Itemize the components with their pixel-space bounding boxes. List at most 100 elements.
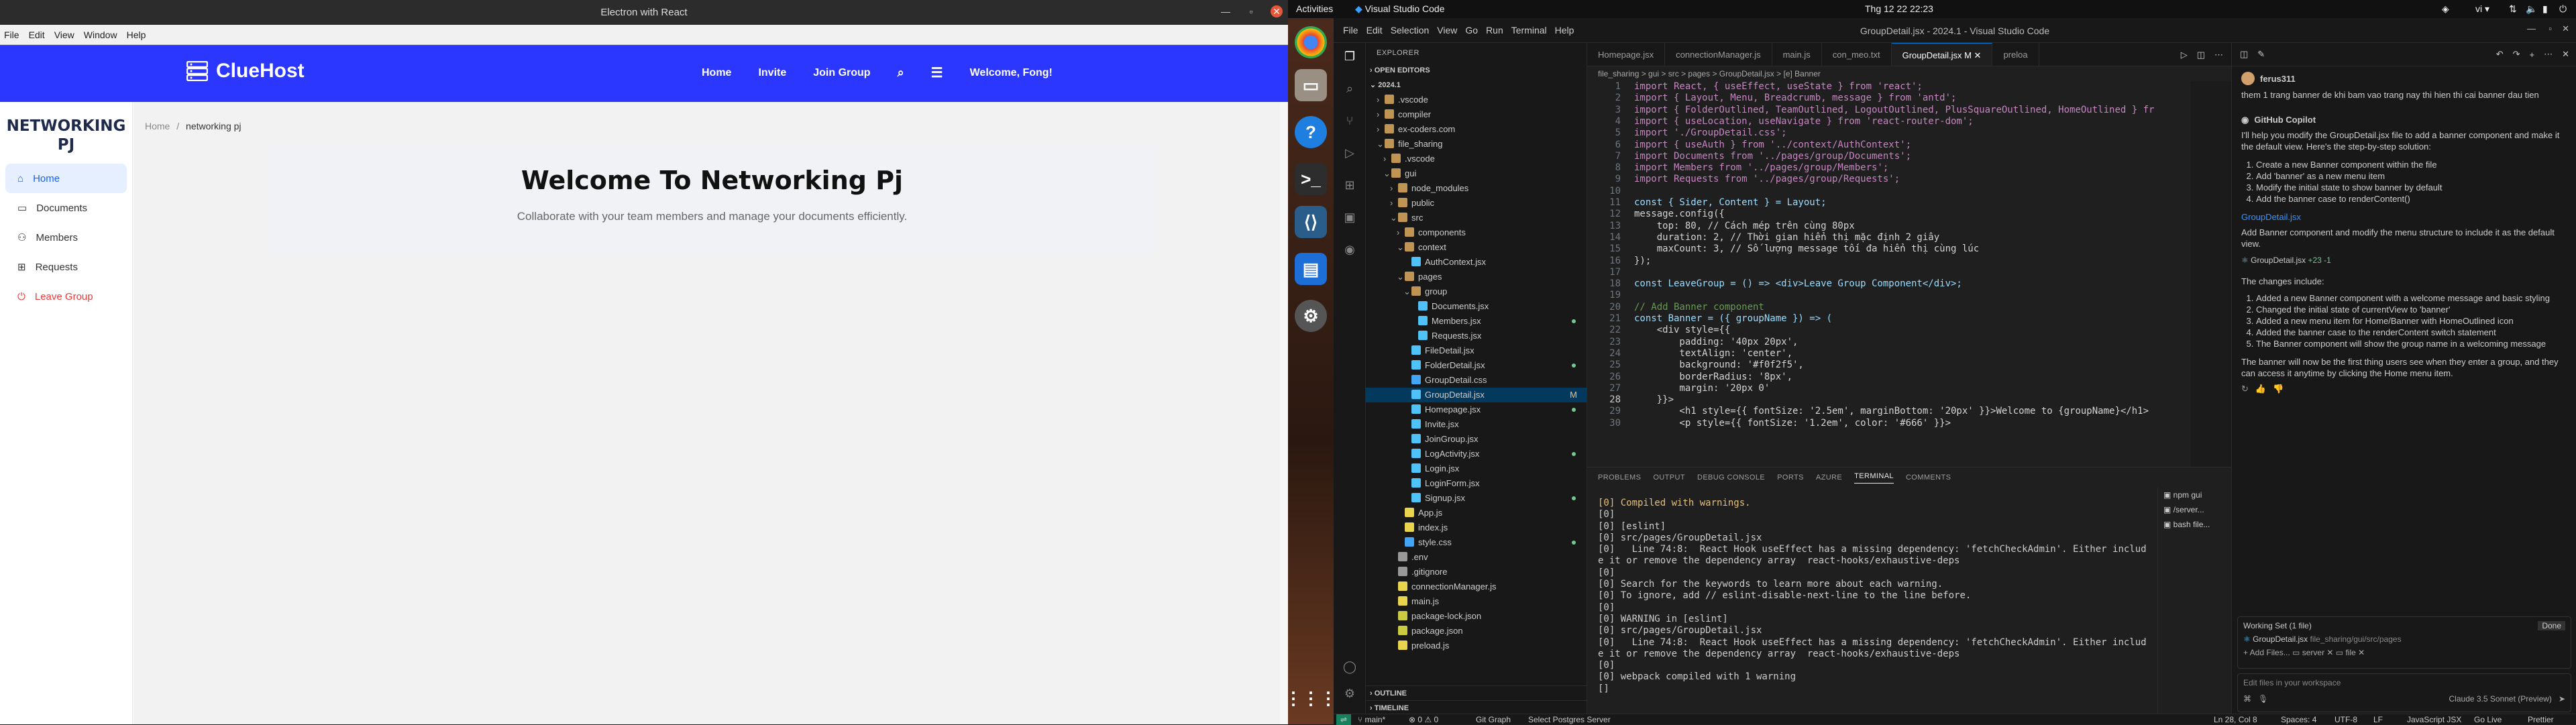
tree-folder[interactable]: ⌄ group xyxy=(1366,284,1587,299)
menu-help[interactable]: Help xyxy=(1555,25,1574,36)
code-line[interactable]: import React, { useEffect, useState } fr… xyxy=(1634,81,1923,93)
code-line[interactable]: import './GroupDetail.css'; xyxy=(1634,127,1787,139)
file-chip[interactable]: ▭ file ✕ xyxy=(2336,648,2365,657)
tree-file[interactable]: index.js xyxy=(1366,520,1587,535)
tree-file[interactable]: LogActivity.jsx xyxy=(1366,447,1587,461)
clock[interactable]: Thg 12 22 22:23 xyxy=(1865,3,1933,14)
maximize-icon[interactable]: ▫ xyxy=(1245,6,1257,17)
run-icon[interactable]: ▷ xyxy=(2181,43,2188,66)
tree-file[interactable]: LoginForm.jsx xyxy=(1366,476,1587,491)
indentation[interactable]: Spaces: 4 xyxy=(2281,714,2316,725)
tree-folder[interactable]: › ex-coders.com xyxy=(1366,122,1587,137)
account-icon[interactable]: ◯ xyxy=(1342,660,1358,676)
code-line[interactable]: import Requests from '../pages/group/Req… xyxy=(1634,174,1900,185)
menu-window[interactable]: Window xyxy=(84,30,117,40)
tree-folder[interactable]: ⌄ gui xyxy=(1366,166,1587,181)
code-line[interactable]: }}> xyxy=(1634,394,1674,406)
code-line[interactable]: message.config({ xyxy=(1634,209,1725,220)
tree-folder[interactable]: › .vscode xyxy=(1366,93,1587,107)
tree-file[interactable]: Invite.jsx xyxy=(1366,417,1587,432)
code-line[interactable]: import { useLocation, useNavigate } from… xyxy=(1634,116,1974,127)
terminal-item[interactable]: ▣ /server... xyxy=(2158,502,2231,517)
tree-file[interactable]: Homepage.jsx xyxy=(1366,402,1587,417)
settings-icon[interactable]: ⚙ xyxy=(1295,300,1327,332)
nav-home[interactable]: Home xyxy=(702,67,731,79)
tab-group-detail[interactable]: GroupDetail.jsx M ✕ xyxy=(1891,43,1993,66)
search-icon[interactable]: ⌕ xyxy=(1342,82,1358,98)
code-view[interactable]: 1 import React, { useEffect, useState } f… xyxy=(1587,81,2231,470)
remote-explorer-icon[interactable]: ▣ xyxy=(1342,211,1358,227)
tree-folder[interactable]: › compiler xyxy=(1366,107,1587,122)
timeline-section[interactable]: › TIMELINE xyxy=(1366,700,1587,715)
tree-file[interactable]: style.css xyxy=(1366,535,1587,550)
tree-file[interactable]: Signup.jsx xyxy=(1366,491,1587,506)
tree-file[interactable]: Requests.jsx xyxy=(1366,329,1587,343)
git-graph[interactable]: Git Graph xyxy=(1476,714,1511,725)
tree-file[interactable]: FolderDetail.jsx xyxy=(1366,358,1587,373)
more-icon[interactable]: ⋯ xyxy=(2214,43,2223,66)
code-line[interactable]: // Add Banner component xyxy=(1634,302,1764,313)
code-line[interactable]: textAlign: 'center', xyxy=(1634,348,1792,359)
tab-azure[interactable]: AZURE xyxy=(1816,473,1842,482)
tree-folder[interactable]: › public xyxy=(1366,196,1587,211)
done-button[interactable]: Done xyxy=(2538,621,2565,630)
explorer-icon[interactable]: ❐ xyxy=(1342,50,1358,66)
tree-file[interactable]: .env xyxy=(1366,550,1587,565)
menu-file[interactable]: File xyxy=(4,30,19,40)
editor-breadcrumb[interactable]: file_sharing > gui > src > pages > Group… xyxy=(1587,66,2231,81)
menu-edit[interactable]: Edit xyxy=(29,30,45,40)
sidebar-item-documents[interactable]: ▭ Documents xyxy=(0,193,132,223)
chat-icon[interactable]: ◫ xyxy=(2240,49,2248,60)
code-line[interactable]: const Banner = ({ groupName }) => ( xyxy=(1634,313,1832,325)
code-line[interactable]: padding: '40px 20px', xyxy=(1634,337,1798,348)
scrollbar[interactable] xyxy=(1280,102,1288,724)
source-control-icon[interactable]: ⑂ xyxy=(1342,114,1358,130)
tree-file[interactable]: .gitignore xyxy=(1366,565,1587,579)
code-line[interactable]: import Members from '../pages/group/Memb… xyxy=(1634,162,1888,174)
cursor-position[interactable]: Ln 28, Col 8 xyxy=(2214,714,2257,725)
menu-selection[interactable]: Selection xyxy=(1391,25,1430,36)
tree-file[interactable]: GroupDetail.jsx M xyxy=(1366,388,1587,402)
language-indicator[interactable]: vi ▾ xyxy=(2475,3,2489,15)
eol[interactable]: LF xyxy=(2373,714,2383,725)
sidebar-item-leave-group[interactable]: ⏻ Leave Group xyxy=(0,282,132,311)
tree-file[interactable]: Login.jsx xyxy=(1366,461,1587,476)
sidebar-item-home[interactable]: ⌂ Home xyxy=(5,164,127,193)
menu-help[interactable]: Help xyxy=(127,30,146,40)
search-icon[interactable]: ⌕ xyxy=(898,66,904,80)
tree-file[interactable]: Members.jsx xyxy=(1366,314,1587,329)
tree-file[interactable]: FileDetail.jsx xyxy=(1366,343,1587,358)
tab-main[interactable]: main.js xyxy=(1772,43,1822,66)
prettier[interactable]: Prettier xyxy=(2528,714,2554,725)
tab-output[interactable]: OUTPUT xyxy=(1653,473,1685,482)
server-chip[interactable]: ▭ server ✕ xyxy=(2292,648,2333,657)
extensions-icon[interactable]: ⊞ xyxy=(1342,178,1358,194)
thumbs-down-icon[interactable]: 👎 xyxy=(2273,383,2284,394)
run-debug-icon[interactable]: ▷ xyxy=(1342,146,1358,162)
terminal-output[interactable]: [0] Compiled with warnings. [0] [0] [eslin… xyxy=(1598,498,2155,695)
open-editors-section[interactable]: › OPEN EDITORS xyxy=(1366,63,1587,78)
terminal-icon[interactable]: >_ xyxy=(1295,163,1327,195)
language-mode[interactable]: JavaScript JSX xyxy=(2407,714,2461,725)
tab-connection-manager[interactable]: connectionManager.js xyxy=(1665,43,1772,66)
tree-folder[interactable]: › .vscode xyxy=(1366,152,1587,166)
network-icon[interactable]: ⇅ xyxy=(2509,3,2517,15)
minimap[interactable] xyxy=(2191,81,2231,470)
terminal-item[interactable]: ▣ npm gui xyxy=(2158,488,2231,502)
nav-join-group[interactable]: Join Group xyxy=(813,67,870,79)
undo-icon[interactable]: ↶ xyxy=(2496,49,2504,60)
workspace-root[interactable]: ⌄ 2024.1 xyxy=(1366,78,1587,93)
remote-icon[interactable]: ⇌ xyxy=(1336,714,1351,725)
nav-invite[interactable]: Invite xyxy=(758,67,786,79)
app-grid-icon[interactable]: ⋮⋮⋮ xyxy=(1285,682,1337,714)
sidebar-item-requests[interactable]: ⊞ Requests xyxy=(0,252,132,282)
tree-file[interactable]: package-lock.json xyxy=(1366,609,1587,624)
chat-input-box[interactable]: Edit files in your workspace ⌘ 🎙 Claude 3.… xyxy=(2237,673,2571,712)
vscode-dock-icon[interactable]: ⟨⟩ xyxy=(1295,206,1327,238)
document-viewer-icon[interactable]: ▤ xyxy=(1295,253,1327,285)
close-icon[interactable]: ✕ xyxy=(2562,49,2569,60)
terminal-item[interactable]: ▣ bash file... xyxy=(2158,517,2231,532)
tree-file[interactable]: AuthContext.jsx xyxy=(1366,255,1587,270)
help-icon[interactable]: ? xyxy=(1295,116,1327,148)
code-line[interactable]: <p style={{ fontSize: '1.2em', color: '#… xyxy=(1634,418,1951,429)
